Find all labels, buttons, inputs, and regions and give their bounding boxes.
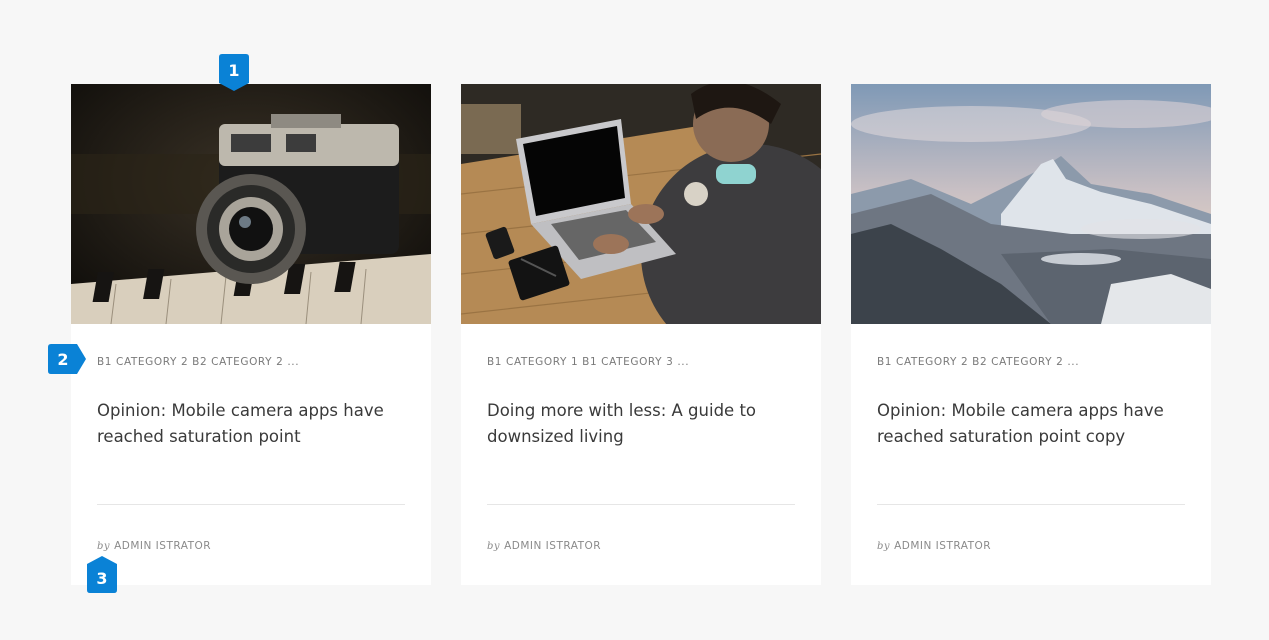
post-categories[interactable]: B1 CATEGORY 1 B1 CATEGORY 3 ... bbox=[487, 356, 689, 368]
marker-1-badge: 1 bbox=[219, 54, 249, 92]
post-categories[interactable]: B1 CATEGORY 2 B2 CATEGORY 2 ... bbox=[877, 356, 1079, 368]
by-label: by bbox=[97, 541, 111, 552]
marker-2-badge: 2 bbox=[48, 344, 86, 374]
card-divider bbox=[97, 504, 405, 505]
marker-3-label: 3 bbox=[96, 569, 108, 588]
post-card[interactable]: B1 CATEGORY 2 B2 CATEGORY 2 ... Opinion:… bbox=[71, 84, 431, 585]
author-link[interactable]: ADMIN ISTRATOR bbox=[504, 540, 601, 552]
post-image-laptop[interactable] bbox=[461, 84, 821, 324]
post-title[interactable]: Opinion: Mobile camera apps have reached… bbox=[877, 398, 1187, 450]
marker-3-badge: 3 bbox=[87, 556, 117, 593]
post-title[interactable]: Opinion: Mobile camera apps have reached… bbox=[97, 398, 407, 450]
post-card[interactable]: B1 CATEGORY 2 B2 CATEGORY 2 ... Opinion:… bbox=[851, 84, 1211, 585]
author-link[interactable]: ADMIN ISTRATOR bbox=[114, 540, 211, 552]
post-byline: by ADMIN ISTRATOR bbox=[487, 540, 601, 552]
post-categories[interactable]: B1 CATEGORY 2 B2 CATEGORY 2 ... bbox=[97, 356, 299, 368]
by-label: by bbox=[877, 541, 891, 552]
by-label: by bbox=[487, 541, 501, 552]
post-byline: by ADMIN ISTRATOR bbox=[877, 540, 991, 552]
post-byline: by ADMIN ISTRATOR bbox=[97, 540, 211, 552]
marker-1-label: 1 bbox=[228, 60, 240, 80]
post-image-mountains[interactable] bbox=[851, 84, 1211, 324]
card-divider bbox=[487, 504, 795, 505]
marker-2-label: 2 bbox=[57, 349, 69, 369]
card-divider bbox=[877, 504, 1185, 505]
post-title[interactable]: Doing more with less: A guide to downsiz… bbox=[487, 398, 797, 450]
post-card[interactable]: B1 CATEGORY 1 B1 CATEGORY 3 ... Doing mo… bbox=[461, 84, 821, 585]
post-image-camera[interactable] bbox=[71, 84, 431, 324]
author-link[interactable]: ADMIN ISTRATOR bbox=[894, 540, 991, 552]
